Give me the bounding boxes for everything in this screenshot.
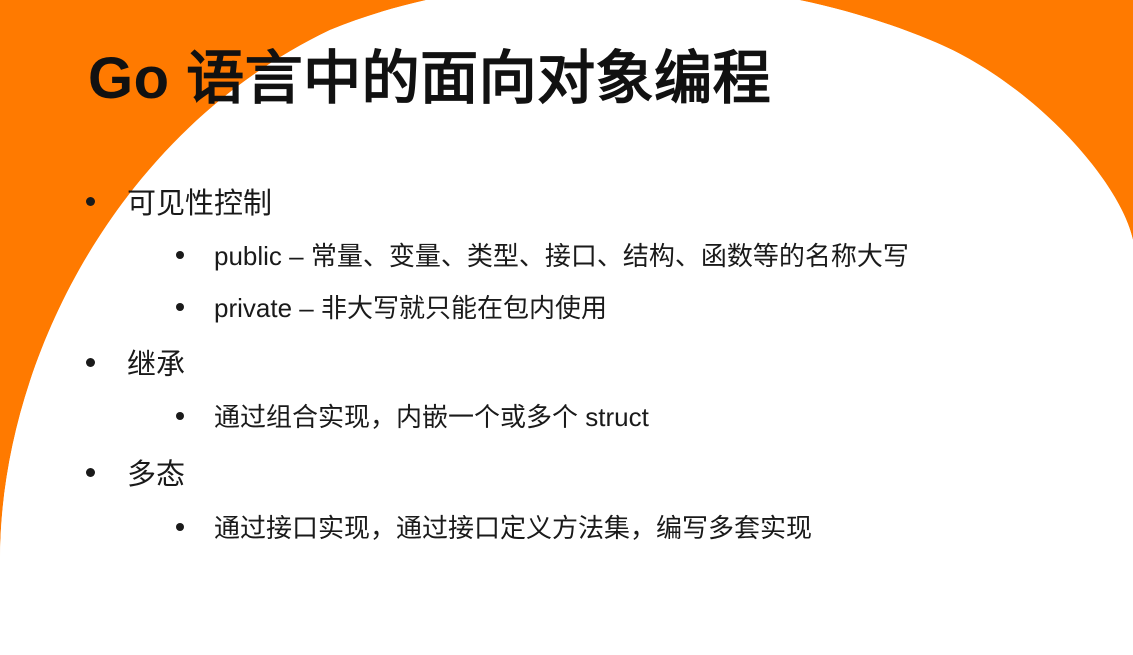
slide: Go 语言中的面向对象编程 可见性控制 public – 常量、变量、类型、接口… (0, 0, 1133, 655)
sub-bullet-private: private – 非大写就只能在包内使用 (176, 288, 607, 325)
bullet-dot-icon (86, 196, 95, 206)
sub-bullet-interface: 通过接口实现，通过接口定义方法集，编写多套实现 (176, 508, 812, 545)
slide-content: Go 语言中的面向对象编程 可见性控制 public – 常量、变量、类型、接口… (0, 0, 1133, 655)
sub-bullet-text: public – 常量、变量、类型、接口、结构、函数等的名称大写 (214, 241, 909, 271)
sub-bullet-text: private – 非大写就只能在包内使用 (214, 293, 607, 323)
sub-bullet-composition: 通过组合实现，内嵌一个或多个 struct (176, 397, 649, 434)
bullet-text: 多态 (127, 459, 186, 491)
sub-bullet-public: public – 常量、变量、类型、接口、结构、函数等的名称大写 (176, 236, 909, 273)
slide-title: Go 语言中的面向对象编程 (88, 46, 772, 111)
bullet-text: 继承 (127, 349, 186, 381)
sub-bullet-dot-icon (176, 250, 184, 259)
sub-bullet-dot-icon (176, 522, 184, 531)
sub-bullet-text: 通过接口实现，通过接口定义方法集，编写多套实现 (214, 513, 813, 543)
sub-bullet-dot-icon (176, 302, 184, 311)
bullet-inheritance: 继承 (86, 341, 185, 383)
bullet-dot-icon (86, 357, 95, 367)
bullet-text: 可见性控制 (127, 188, 273, 220)
bullet-dot-icon (86, 467, 95, 477)
sub-bullet-text: 通过组合实现，内嵌一个或多个 struct (214, 402, 649, 432)
sub-bullet-dot-icon (176, 411, 184, 420)
bullet-polymorphism: 多态 (86, 451, 185, 493)
bullet-visibility-control: 可见性控制 (86, 180, 272, 222)
